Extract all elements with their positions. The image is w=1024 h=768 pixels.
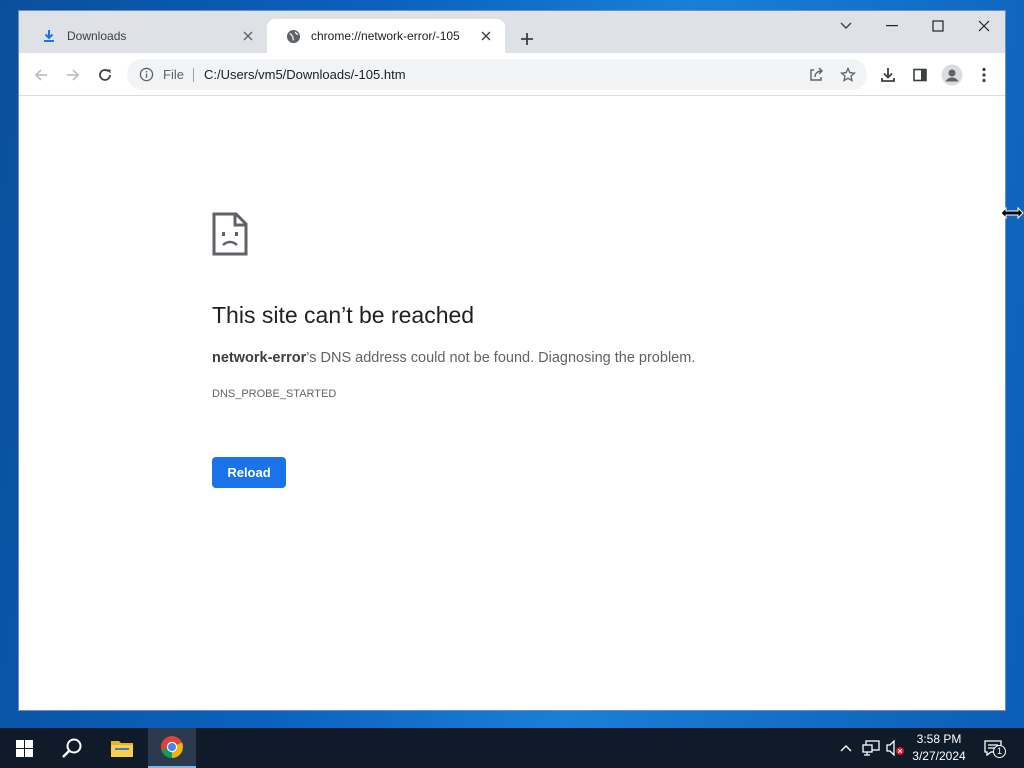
reload-icon-button[interactable] xyxy=(91,61,119,89)
close-tab-icon[interactable] xyxy=(239,27,257,45)
side-panel-button[interactable] xyxy=(906,61,934,89)
close-window-button[interactable] xyxy=(961,11,1005,41)
start-button[interactable] xyxy=(0,728,48,768)
tab-title: Downloads xyxy=(67,29,127,43)
url-text: C:/Users/vm5/Downloads/-105.htm xyxy=(203,67,406,82)
notification-count-badge: 1 xyxy=(993,745,1006,758)
sad-page-icon xyxy=(212,212,248,256)
new-tab-button[interactable] xyxy=(515,27,539,51)
error-code: DNS_PROBE_STARTED xyxy=(212,388,337,400)
address-bar[interactable]: File C:/Users/vm5/Downloads/-105.htm xyxy=(127,59,867,90)
notifications-icon[interactable]: 1 xyxy=(980,728,1006,768)
back-button[interactable] xyxy=(27,61,55,89)
tab-network-error[interactable]: chrome://network-error/-105 xyxy=(267,19,505,53)
page-content: This site can’t be reached network-error… xyxy=(19,97,1005,710)
globe-icon xyxy=(285,28,301,44)
error-description: network-error’s DNS address could not be… xyxy=(212,350,695,366)
error-host: network-error xyxy=(212,350,307,366)
error-message: ’s DNS address could not be found. Diagn… xyxy=(306,350,696,366)
chrome-taskbar-icon[interactable] xyxy=(148,728,196,768)
scheme-chip: File xyxy=(163,67,194,82)
volume-muted-icon[interactable] xyxy=(884,728,906,768)
forward-button[interactable] xyxy=(59,61,87,89)
info-icon[interactable] xyxy=(129,59,163,90)
close-tab-icon[interactable] xyxy=(477,27,495,45)
tab-search-button[interactable] xyxy=(823,11,869,41)
minimize-button[interactable] xyxy=(869,11,915,41)
taskbar-clock[interactable]: 3:58 PM 3/27/2024 xyxy=(904,731,974,765)
tab-downloads[interactable]: Downloads xyxy=(23,19,267,53)
clock-time: 3:58 PM xyxy=(916,732,962,746)
browser-window: Downloads chrome://network-error/-105 Fi… xyxy=(18,10,1006,711)
network-icon[interactable] xyxy=(860,728,882,768)
error-title: This site can’t be reached xyxy=(212,302,475,328)
more-menu-icon[interactable] xyxy=(970,61,998,89)
tab-title: chrome://network-error/-105 xyxy=(311,29,460,43)
reload-button[interactable]: Reload xyxy=(212,457,286,488)
share-icon[interactable] xyxy=(801,60,831,89)
clock-date: 3/27/2024 xyxy=(912,749,966,763)
tray-overflow-chevron-icon[interactable] xyxy=(836,728,856,768)
downloads-button[interactable] xyxy=(874,61,902,89)
file-explorer-icon[interactable] xyxy=(98,728,146,768)
maximize-button[interactable] xyxy=(915,11,961,41)
taskbar: 3:58 PM 3/27/2024 1 xyxy=(0,728,1024,768)
download-icon xyxy=(41,28,57,44)
resize-cursor-icon xyxy=(1000,206,1024,220)
browser-toolbar: File C:/Users/vm5/Downloads/-105.htm xyxy=(19,53,1005,96)
search-icon[interactable] xyxy=(48,728,96,768)
profile-avatar-icon[interactable] xyxy=(938,61,966,89)
tab-strip: Downloads chrome://network-error/-105 xyxy=(19,11,1005,53)
bookmark-star-icon[interactable] xyxy=(833,60,863,89)
